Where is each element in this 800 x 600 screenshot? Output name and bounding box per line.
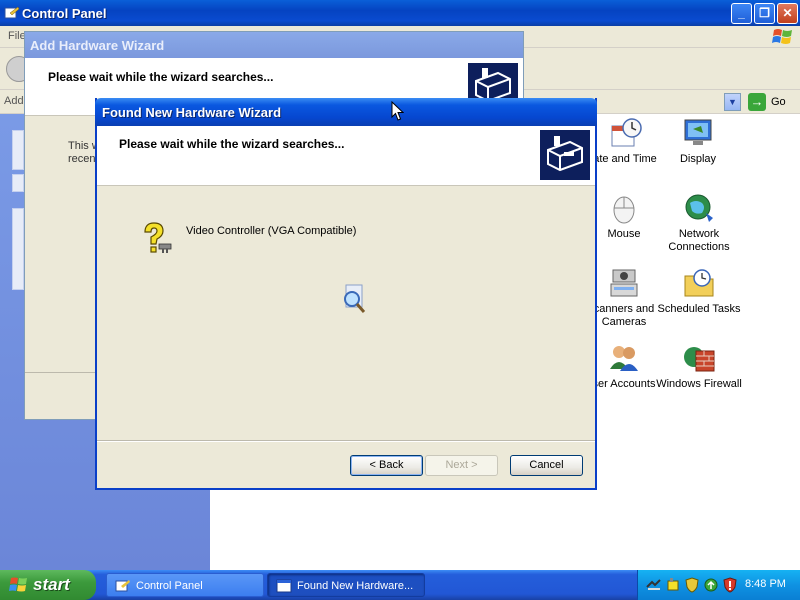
wizard-heading: Please wait while the wizard searches... [119, 137, 345, 151]
address-dropdown-icon[interactable]: ▼ [724, 93, 741, 111]
task-pane-panel [12, 174, 24, 192]
start-label: start [33, 575, 70, 594]
update-tray-icon[interactable] [703, 577, 719, 593]
next-button[interactable]: Next > [425, 455, 498, 476]
searching-magnifier-icon [344, 284, 366, 313]
network-tray-icon[interactable] [646, 577, 662, 593]
mouse-icon [613, 196, 635, 224]
scanner-camera-icon [610, 269, 638, 297]
cp-item-label: Network Connections [668, 228, 730, 253]
wizard-heading: Please wait while the wizard searches... [48, 70, 274, 84]
security-alert-icon[interactable] [722, 577, 738, 593]
control-panel-icon [4, 6, 20, 19]
windows-logo-icon [772, 29, 792, 44]
task-pane-panel [12, 208, 24, 290]
hardware-tray-icon[interactable] [665, 577, 681, 593]
back-button[interactable]: < Back [350, 455, 423, 476]
cp-item-windows-firewall[interactable]: Windows Firewall [654, 341, 744, 391]
hardware-wizard-icon [540, 130, 590, 180]
network-icon [685, 194, 713, 222]
wizard-header: Please wait while the wizard searches... [97, 126, 595, 186]
cp-item-label: Display [679, 153, 717, 165]
cp-item-network[interactable]: Network Connections [654, 191, 744, 254]
scheduled-tasks-icon [684, 269, 714, 297]
firewall-icon [684, 347, 715, 372]
system-tray: 8:48 PM [637, 570, 800, 600]
mouse-cursor-icon [391, 101, 404, 121]
close-button[interactable]: ✕ [777, 3, 798, 24]
cancel-button[interactable]: Cancel [510, 455, 583, 476]
go-label: Go [771, 96, 786, 108]
taskbar-item-label: Control Panel [136, 580, 203, 592]
go-arrow-icon: → [748, 93, 766, 111]
window-icon [276, 579, 292, 593]
window-title: Control Panel [22, 6, 107, 21]
display-icon [684, 119, 712, 145]
taskbar-item-control-panel[interactable]: Control Panel [106, 573, 264, 597]
found-new-hardware-wizard-window: Found New Hardware Wizard Please wait wh… [95, 98, 597, 490]
clock[interactable]: 8:48 PM [745, 578, 786, 590]
add-hardware-wizard-titlebar[interactable]: Add Hardware Wizard [25, 32, 523, 58]
wizard-separator [97, 440, 595, 442]
window-title: Found New Hardware Wizard [102, 105, 282, 120]
cp-item-label: Scheduled Tasks [657, 303, 741, 315]
security-shield-icon[interactable] [684, 577, 700, 593]
taskbar-item-label: Found New Hardware... [297, 580, 414, 592]
date-time-icon [611, 118, 642, 147]
cp-item-display[interactable]: Display [653, 116, 743, 166]
control-panel-titlebar[interactable]: Control Panel _ ❐ ✕ [0, 0, 800, 26]
minimize-button[interactable]: _ [731, 3, 752, 24]
found-new-hardware-titlebar[interactable]: Found New Hardware Wizard [95, 98, 597, 126]
user-accounts-icon [610, 346, 638, 371]
go-button[interactable]: → Go [748, 92, 796, 112]
maximize-button[interactable]: ❐ [754, 3, 775, 24]
task-pane-panel [12, 130, 24, 170]
unknown-device-question-icon [144, 222, 172, 253]
device-name: Video Controller (VGA Compatible) [186, 225, 357, 237]
taskbar: start Control Panel Found New Hardware..… [0, 570, 800, 600]
cp-item-label: Windows Firewall [656, 378, 742, 390]
taskbar-item-found-new-hardware[interactable]: Found New Hardware... [267, 573, 425, 597]
start-button[interactable]: start [0, 570, 96, 600]
window-title: Add Hardware Wizard [30, 38, 165, 53]
control-panel-icon [115, 580, 130, 592]
cp-item-scheduled-tasks[interactable]: Scheduled Tasks [654, 266, 744, 316]
windows-logo-icon [9, 577, 27, 592]
